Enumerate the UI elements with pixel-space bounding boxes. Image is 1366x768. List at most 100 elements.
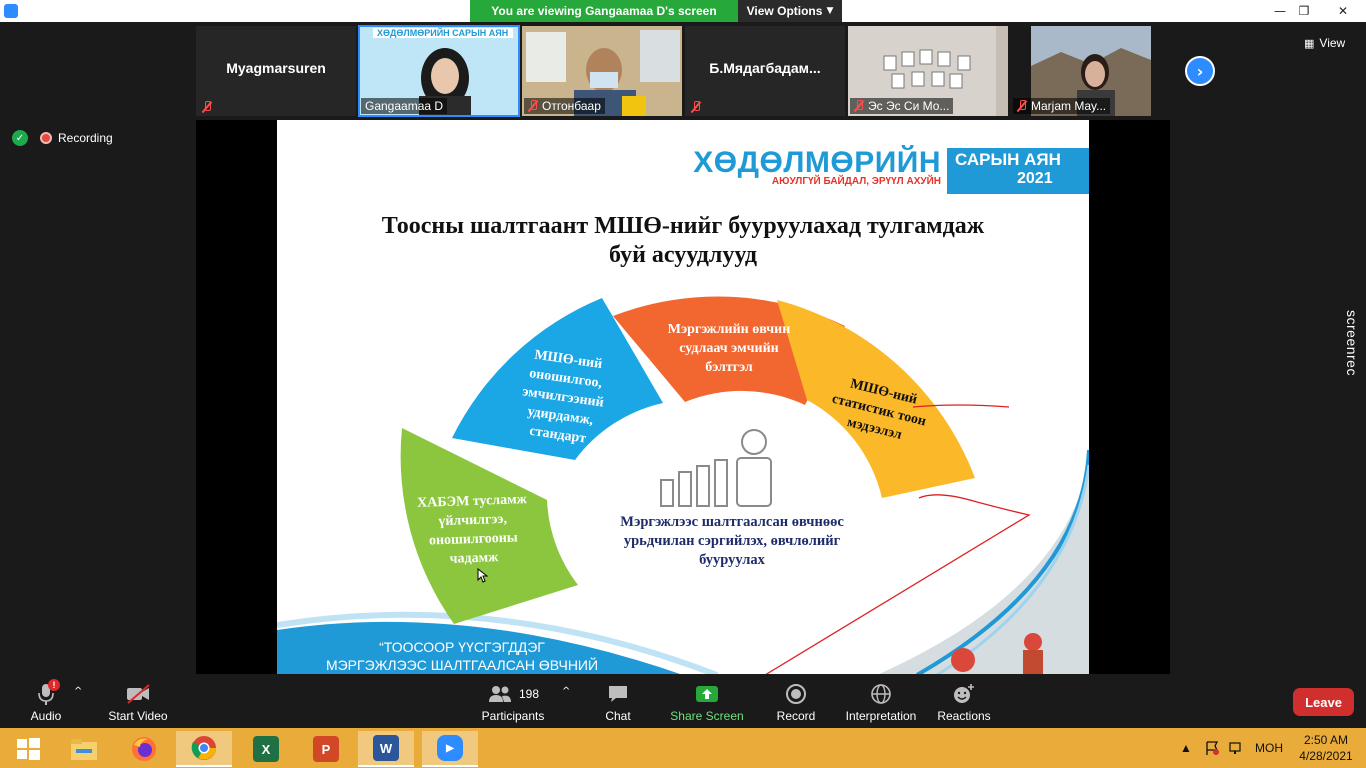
participant-name: Б.Мядагбадам... (709, 60, 821, 76)
windows-start-icon[interactable] (0, 731, 56, 767)
segment-line: Мэргэжлийн өвчин (667, 322, 791, 337)
network-icon[interactable] (1228, 728, 1244, 768)
logo-box-line1: САРЫН АЯН (955, 150, 1061, 169)
meeting-toolbar: Audio ! ^ Start Video 198 Participants ^… (0, 674, 1366, 728)
viewing-banner: You are viewing Gangaamaa D's screen Vie… (470, 0, 842, 22)
segment-line: бэлтгэл (705, 360, 753, 375)
participants-count: 198 (518, 687, 540, 701)
view-button[interactable]: ▦ View (1304, 36, 1345, 50)
mic-muted-icon (1017, 100, 1027, 112)
start-video-button[interactable]: Start Video (106, 682, 170, 723)
next-page-button[interactable]: › (1185, 56, 1215, 86)
audio-options-caret[interactable]: ^ (74, 686, 82, 697)
leave-button[interactable]: Leave (1293, 688, 1354, 716)
participant-tile[interactable]: Отгонбаар (522, 26, 682, 116)
participant-tile[interactable]: Myagmarsuren (196, 26, 356, 116)
audio-label: Audio (30, 709, 62, 723)
participants-button[interactable]: 198 Participants (480, 682, 546, 723)
segment-label-orange: Мэргэжлийн өвчин судлаач эмчийн бэлтгэл (647, 320, 811, 377)
participants-icon-row: 198 (487, 682, 539, 706)
mouse-cursor-icon (477, 568, 489, 583)
logo-box-line2: 2021 (1017, 170, 1053, 187)
participants-icon (488, 686, 511, 702)
participant-tile[interactable]: Б.Мядагбадам... (685, 26, 845, 116)
system-clock[interactable]: 2:50 AM 4/28/2021 (1290, 732, 1362, 764)
segment-line: судлаач эмчийн (679, 341, 779, 356)
shield-check-icon[interactable]: ✓ (12, 130, 28, 146)
campaign-logo: ХӨДӨЛМӨРИЙН АЮУЛГҮЙ БАЙДАЛ, ЭРҮҮЛ АХУЙН (693, 146, 941, 187)
recording-status: ✓ Recording (12, 130, 113, 146)
participant-name: Отгонбаар (542, 99, 601, 113)
record-button[interactable]: Record (776, 682, 816, 723)
view-options-button[interactable]: View Options ▼ (738, 0, 842, 22)
reactions-button[interactable]: Reactions (936, 682, 992, 723)
participant-tile[interactable]: Эс Эс Си Мо... (848, 26, 1008, 116)
logo-main-text: ХӨДӨЛМӨРИЙН (693, 146, 941, 179)
slide-title-line: Тоосны шалтгаант МШӨ-нийг бууруулахад ту… (381, 213, 985, 239)
tray-caret[interactable]: ▲ (1180, 728, 1192, 768)
participants-options-caret[interactable]: ^ (562, 686, 570, 697)
window-title-bar: You are viewing Gangaamaa D's screen Vie… (0, 0, 1366, 22)
mic-muted-icon (528, 100, 538, 112)
participant-caption (198, 100, 216, 114)
segment-label-blue: МШӨ-ний оношилгоо, эмчилгээний удирдамж,… (495, 342, 631, 453)
participant-tile[interactable]: Marjam May... (1011, 26, 1171, 116)
clock-date: 4/28/2021 (1299, 749, 1353, 763)
flag-icon[interactable] (1204, 728, 1220, 768)
participant-caption (687, 100, 705, 114)
view-options-label: View Options (746, 4, 823, 18)
slogan-text: “ТООСООР ҮҮСГЭГДДЭГ МЭРГЭЖЛЭЭС ШАЛТГААЛС… (307, 638, 617, 674)
svg-text:ХӨДӨЛМӨРИЙН САРЫН АЯН: ХӨДӨЛМӨРИЙН САРЫН АЯН (377, 27, 508, 38)
shared-screen: ХӨДӨЛМӨРИЙН АЮУЛГҮЙ БАЙДАЛ, ЭРҮҮЛ АХУЙН … (196, 120, 1170, 675)
chevron-down-icon: ▼ (826, 6, 834, 16)
grid-view-icon: ▦ (1304, 36, 1315, 50)
interpretation-button[interactable]: Interpretation (842, 682, 920, 723)
recording-dot-icon (40, 132, 52, 144)
audio-button[interactable]: Audio (26, 682, 66, 723)
powerpoint-icon[interactable]: P (298, 731, 354, 767)
chat-button[interactable]: Chat (600, 682, 636, 723)
center-line: Мэргэжлээс шалтгаалсан өвчнөөс (620, 514, 844, 530)
center-line: урьдчилан сэргийлэх, өвчлөлийг (623, 533, 841, 549)
share-screen-label: Share Screen (670, 709, 744, 723)
reactions-label: Reactions (937, 709, 991, 723)
slide-graphics (277, 296, 1089, 675)
word-icon[interactable]: W (358, 731, 414, 767)
close-button[interactable]: ✕ (1320, 0, 1366, 22)
start-video-label: Start Video (108, 709, 168, 723)
mic-muted-icon (202, 101, 212, 113)
maximize-button[interactable]: ❐ (1290, 0, 1318, 22)
language-indicator[interactable]: МОН (1255, 728, 1283, 768)
participant-tile[interactable]: ХӨДӨЛМӨРИЙН САРЫН АЯН Gangaamaa D (358, 25, 520, 117)
view-label: View (1319, 36, 1346, 50)
participant-caption: Marjam May... (1013, 98, 1111, 114)
participant-caption: Gangaamaa D (361, 98, 448, 114)
interpretation-label: Interpretation (845, 709, 917, 723)
share-screen-button[interactable]: Share Screen (669, 682, 745, 723)
viewing-banner-text: You are viewing Gangaamaa D's screen (470, 0, 738, 22)
record-label: Record (776, 709, 816, 723)
firefox-icon[interactable] (116, 731, 172, 767)
segment-label-green: ХАБЭМ тусламж үйлчилгээ, оношилгооны чад… (398, 489, 549, 570)
video-off-icon (125, 682, 151, 706)
chat-icon (607, 682, 629, 706)
excel-icon[interactable]: X (238, 731, 294, 767)
slogan-line: “ТООСООР ҮҮСГЭГДДЭГ (379, 639, 545, 655)
windows-taskbar: X P W ▶ ▲ МОН 2:50 AM 4/28/2021 (0, 728, 1366, 768)
slogan-line: МЭРГЭЖЛЭЭС ШАЛТГААЛСАН ӨВЧНИЙ (325, 657, 599, 673)
participants-label: Participants (481, 709, 545, 723)
screenrec-text: screenrec (1344, 310, 1360, 376)
participant-name: Myagmarsuren (226, 60, 326, 76)
file-explorer-icon[interactable] (56, 731, 112, 767)
clock-time: 2:50 AM (1303, 733, 1349, 747)
slide-title-line: буй асуудлууд (609, 242, 757, 268)
participant-caption: Отгонбаар (524, 98, 605, 114)
smiley-plus-icon (952, 682, 976, 706)
chrome-icon[interactable] (176, 731, 232, 767)
zoom-icon[interactable]: ▶ (422, 731, 478, 767)
chevron-right-icon: › (1196, 61, 1204, 81)
participant-name: Эс Эс Си Мо... (868, 99, 950, 113)
share-screen-icon (695, 682, 719, 706)
campaign-year-box: САРЫН АЯН 2021 (947, 148, 1089, 194)
chat-label: Chat (605, 709, 631, 723)
